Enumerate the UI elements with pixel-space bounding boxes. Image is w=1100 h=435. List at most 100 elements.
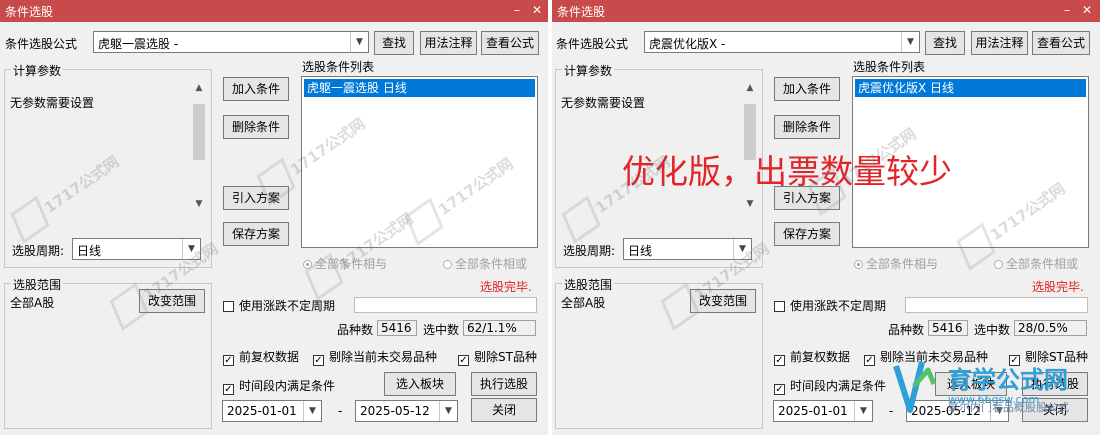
- usage-button[interactable]: 用法注释: [971, 31, 1028, 55]
- radio-and[interactable]: 全部条件相与: [854, 255, 938, 272]
- progress-bar: [354, 297, 537, 313]
- use-period-label: 使用涨跌不定周期: [790, 299, 887, 313]
- view-formula-button[interactable]: 查看公式: [1032, 31, 1090, 55]
- count-label: 品种数: [888, 323, 925, 337]
- selected-value: 62/1.1%: [463, 320, 536, 336]
- save-plan-button[interactable]: 保存方案: [223, 222, 289, 246]
- selected-label: 选中数: [423, 323, 460, 337]
- right-dialog: 条件选股 – ✕ 条件选股公式 虎震优化版X - ▼ 查找 用法注释 查看公式 …: [552, 0, 1100, 435]
- find-button[interactable]: 查找: [925, 31, 965, 55]
- range-value: 全部A股: [10, 296, 55, 310]
- count-label: 品种数: [337, 323, 374, 337]
- params-scrollbar[interactable]: ▲ ▼: [191, 80, 207, 212]
- radio-or[interactable]: 全部条件相或: [994, 255, 1078, 272]
- view-formula-button[interactable]: 查看公式: [481, 31, 539, 55]
- exclude-st-checkbox[interactable]: ✓ 剔除ST品种: [458, 348, 537, 366]
- range-label: 选股范围: [11, 276, 64, 293]
- fq-checkbox[interactable]: ✓ 前复权数据: [774, 348, 850, 366]
- check-icon[interactable]: ✓: [223, 384, 234, 395]
- count-value: 5416: [377, 320, 417, 336]
- window-title: 条件选股: [557, 5, 606, 19]
- to-block-button[interactable]: 选入板块: [384, 372, 456, 396]
- radio-icon[interactable]: [994, 260, 1003, 269]
- fq-checkbox[interactable]: ✓ 前复权数据: [223, 348, 299, 366]
- no-params-text: 无参数需要设置: [561, 96, 646, 110]
- time-range-checkbox[interactable]: ✓ 时间段内满足条件: [223, 377, 335, 395]
- range-label: 选股范围: [562, 276, 615, 293]
- condition-list-label: 选股条件列表: [302, 60, 375, 74]
- chevron-down-icon[interactable]: ▼: [439, 401, 457, 421]
- radio-icon[interactable]: [443, 260, 452, 269]
- logo-icon: [893, 361, 937, 413]
- formula-value: 虎躯一震选股 -: [98, 37, 179, 51]
- range-value: 全部A股: [561, 296, 606, 310]
- find-button[interactable]: 查找: [374, 31, 414, 55]
- fq-label: 前复权数据: [790, 350, 851, 364]
- delete-condition-button[interactable]: 删除条件: [223, 115, 289, 139]
- chevron-down-icon[interactable]: ▼: [303, 401, 321, 421]
- condition-list-label: 选股条件列表: [853, 60, 926, 74]
- exclude-untraded-checkbox[interactable]: ✓ 剔除当前未交易品种: [313, 348, 437, 366]
- fq-label: 前复权数据: [239, 350, 300, 364]
- minimize-icon[interactable]: –: [1058, 1, 1076, 19]
- exclude-untraded-label: 剔除当前未交易品种: [329, 350, 438, 364]
- save-plan-button[interactable]: 保存方案: [774, 222, 840, 246]
- close-icon[interactable]: ✕: [528, 1, 546, 19]
- chevron-down-icon[interactable]: ▼: [854, 401, 872, 421]
- add-condition-button[interactable]: 加入条件: [223, 77, 289, 101]
- time-range-label: 时间段内满足条件: [790, 379, 887, 393]
- period-label: 选股周期:: [563, 244, 616, 258]
- check-icon[interactable]: ✓: [864, 355, 875, 366]
- formula-label: 条件选股公式: [556, 37, 629, 51]
- formula-value: 虎震优化版X -: [649, 37, 726, 51]
- checkbox-icon[interactable]: [774, 301, 785, 312]
- close-icon[interactable]: ✕: [1078, 1, 1096, 19]
- status-text: 选股完毕.: [480, 280, 532, 294]
- add-condition-button[interactable]: 加入条件: [774, 77, 840, 101]
- delete-condition-button[interactable]: 删除条件: [774, 115, 840, 139]
- no-params-text: 无参数需要设置: [10, 96, 95, 110]
- usage-button[interactable]: 用法注释: [420, 31, 477, 55]
- close-button[interactable]: 关闭: [471, 398, 537, 422]
- left-dialog: 条件选股 – ✕ 条件选股公式 虎躯一震选股 - ▼ 查找 用法注释 查看公式 …: [0, 0, 548, 435]
- check-icon[interactable]: ✓: [223, 355, 234, 366]
- date-from-combo[interactable]: 2025-01-01 ▼: [222, 400, 322, 422]
- check-icon[interactable]: ✓: [774, 384, 785, 395]
- check-icon[interactable]: ✓: [458, 355, 469, 366]
- window-title: 条件选股: [5, 5, 54, 19]
- chevron-down-icon[interactable]: ▼: [350, 32, 368, 52]
- radio-or-label: 全部条件相或: [455, 257, 528, 271]
- radio-or[interactable]: 全部条件相或: [443, 255, 527, 272]
- site-logo: 育学公式网 www.66gsw.com 擎尔内门看品概股股公式: [892, 352, 1100, 435]
- status-text: 选股完毕.: [1032, 280, 1084, 294]
- radio-and-label: 全部条件相与: [866, 257, 939, 271]
- selected-label: 选中数: [974, 323, 1011, 337]
- scroll-thumb[interactable]: [193, 104, 205, 160]
- checkbox-icon[interactable]: [223, 301, 234, 312]
- list-item[interactable]: 虎震优化版X 日线: [855, 79, 1086, 97]
- count-value: 5416: [928, 320, 968, 336]
- check-icon[interactable]: ✓: [313, 355, 324, 366]
- title-bar: 条件选股 – ✕: [552, 0, 1100, 22]
- radio-icon[interactable]: [854, 260, 863, 269]
- scroll-down-icon[interactable]: ▼: [742, 196, 758, 212]
- date-from-value: 2025-01-01: [778, 404, 848, 418]
- list-item[interactable]: 虎躯一震选股 日线: [304, 79, 535, 97]
- use-period-label: 使用涨跌不定周期: [239, 299, 336, 313]
- site-name: 育学公式网: [948, 366, 1068, 394]
- scroll-up-icon[interactable]: ▲: [191, 80, 207, 96]
- execute-button[interactable]: 执行选股: [471, 372, 537, 396]
- minimize-icon[interactable]: –: [508, 1, 526, 19]
- date-from-combo[interactable]: 2025-01-01 ▼: [773, 400, 873, 422]
- date-separator: -: [338, 404, 343, 418]
- time-range-checkbox[interactable]: ✓ 时间段内满足条件: [774, 377, 886, 395]
- scroll-up-icon[interactable]: ▲: [742, 80, 758, 96]
- formula-combo[interactable]: 虎震优化版X - ▼: [644, 31, 920, 53]
- chevron-down-icon[interactable]: ▼: [901, 32, 919, 52]
- formula-combo[interactable]: 虎躯一震选股 - ▼: [93, 31, 369, 53]
- scroll-down-icon[interactable]: ▼: [191, 196, 207, 212]
- title-bar: 条件选股 – ✕: [0, 0, 548, 22]
- check-icon[interactable]: ✓: [774, 355, 785, 366]
- use-period-checkbox[interactable]: 使用涨跌不定周期: [774, 297, 886, 314]
- date-to-combo[interactable]: 2025-05-12 ▼: [355, 400, 458, 422]
